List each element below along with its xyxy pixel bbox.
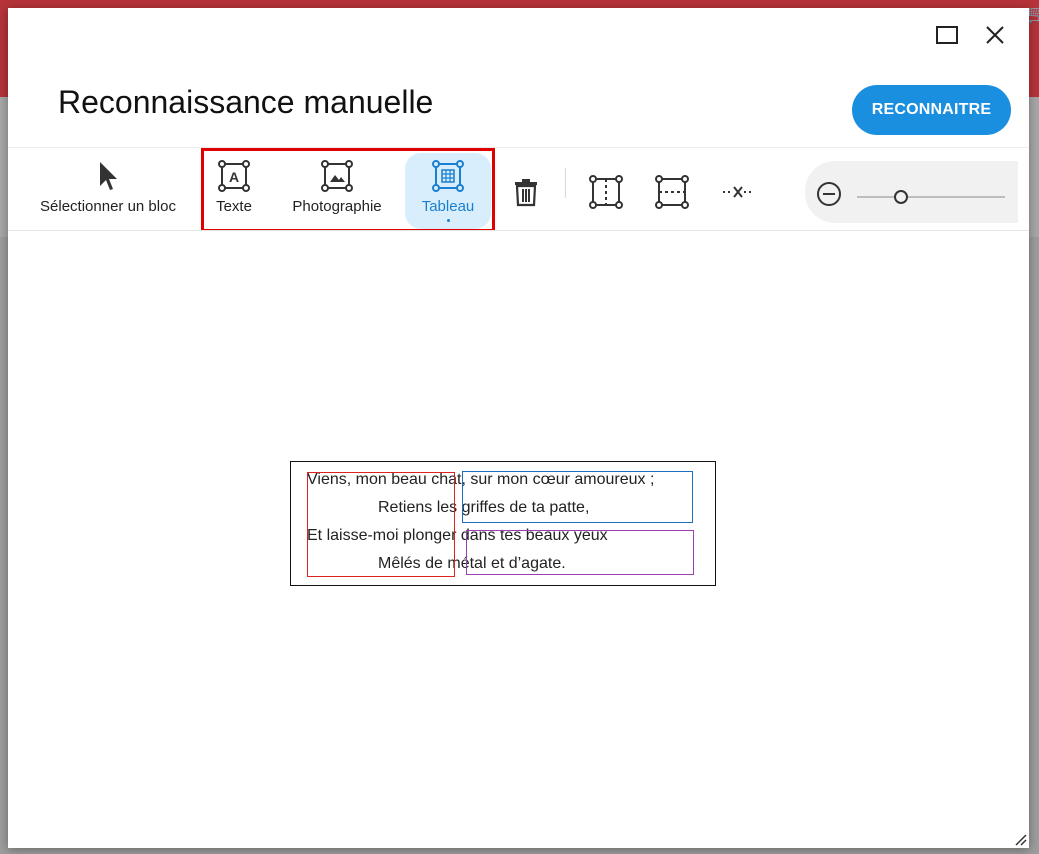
split-horizontal-button[interactable] (652, 174, 692, 210)
delete-separator-icon (723, 186, 753, 198)
maximize-icon (936, 26, 958, 44)
zoom-out-button[interactable] (816, 181, 842, 207)
delete-block-button[interactable] (508, 174, 544, 210)
zoom-out-icon (817, 182, 841, 206)
toolbar-separator (565, 168, 566, 198)
tool-photographie[interactable]: Photographie (284, 160, 390, 215)
trash-icon (515, 179, 537, 207)
recognition-block-table[interactable] (462, 471, 693, 523)
close-icon (986, 26, 1004, 44)
tool-photographie-label: Photographie (292, 198, 382, 215)
image-block-icon (321, 160, 353, 192)
close-button[interactable] (982, 22, 1008, 48)
zoom-slider-track[interactable] (857, 196, 1005, 198)
recognition-block-picture[interactable] (466, 530, 694, 575)
tool-texte-label: Texte (216, 198, 252, 215)
tool-texte[interactable]: A Texte (206, 160, 262, 215)
toolbar-divider-top (8, 147, 1029, 148)
tool-tableau[interactable]: Tableau (405, 153, 491, 229)
maximize-button[interactable] (934, 22, 960, 48)
table-block-icon (432, 160, 464, 192)
dialog-title: Reconnaissance manuelle (58, 84, 434, 120)
zoom-slider-thumb[interactable] (894, 190, 909, 204)
svg-text:A: A (229, 169, 239, 185)
tool-select-block[interactable]: Sélectionner un bloc (30, 160, 186, 215)
recognition-block-text[interactable] (307, 472, 455, 577)
zoom-panel (805, 161, 1018, 223)
manual-recognition-dialog: Reconnaissance manuelle RECONNAITRE Séle… (8, 8, 1029, 848)
text-block-icon: A (218, 160, 250, 192)
split-vertical-button[interactable] (586, 174, 626, 210)
split-vertical-icon (589, 175, 623, 209)
tool-tableau-label: Tableau (421, 198, 475, 215)
delete-separator-button[interactable] (718, 174, 758, 210)
split-horizontal-icon (655, 175, 689, 209)
selected-indicator (446, 219, 450, 222)
tool-select-label: Sélectionner un bloc (40, 198, 176, 215)
resize-grip-icon[interactable] (1013, 832, 1027, 846)
document-page[interactable]: Viens, mon beau chat, sur mon cœur amour… (290, 461, 716, 586)
cursor-arrow-icon (100, 162, 117, 190)
recognize-button[interactable]: RECONNAITRE (852, 85, 1011, 135)
